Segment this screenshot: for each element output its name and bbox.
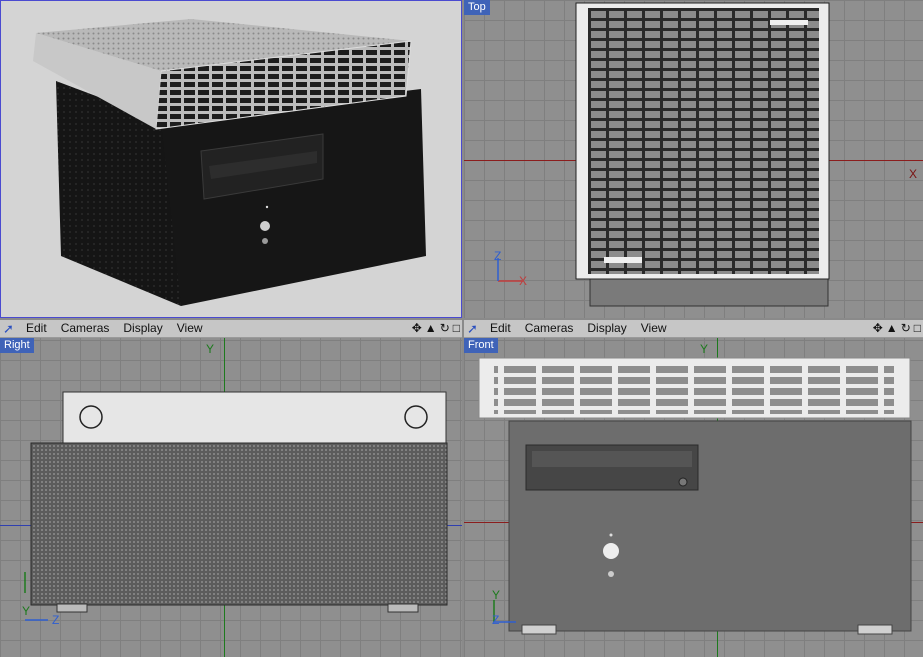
lid-vent-top <box>588 8 819 274</box>
menu-display[interactable]: Display <box>116 320 169 337</box>
menu-cameras[interactable]: Cameras <box>54 320 117 337</box>
move-view-icon[interactable]: ✥ <box>412 320 422 337</box>
maximize-view-icon[interactable]: □ <box>914 320 921 337</box>
perspective-viewport[interactable] <box>0 0 462 318</box>
viewport-label-front: Front <box>464 338 498 353</box>
viewport-menubar-right: ➚ Edit Cameras Display View ✥ ▲ ↻ □ <box>0 320 462 338</box>
front-render <box>478 357 912 635</box>
zoom-view-icon[interactable]: ▲ <box>425 320 437 337</box>
move-view-icon[interactable]: ✥ <box>873 320 883 337</box>
rotate-view-icon[interactable]: ↻ <box>901 320 911 337</box>
power-button <box>260 221 270 231</box>
viewport-label-right: Right <box>0 338 34 353</box>
pointer-icon[interactable]: ➚ <box>3 320 19 337</box>
front-viewport[interactable]: Y ➚ Edit Cameras Display View ✥ ▲ ↻ □ Fr… <box>464 320 923 657</box>
menu-edit[interactable]: Edit <box>483 320 518 337</box>
top-render <box>575 2 830 307</box>
lid-side <box>62 391 447 445</box>
pointer-icon[interactable]: ➚ <box>467 320 483 337</box>
top-viewport[interactable]: X Top X Z <box>464 0 923 318</box>
maximize-view-icon[interactable]: □ <box>453 320 460 337</box>
viewport-label-top: Top <box>464 0 490 15</box>
cinema4d-viewports: X Top X Z Y ➚ Edit Cameras Display View … <box>0 0 923 657</box>
rotate-view-icon[interactable]: ↻ <box>440 320 450 337</box>
menu-edit[interactable]: Edit <box>19 320 54 337</box>
lid-vent-front <box>494 362 894 414</box>
right-render <box>24 391 448 621</box>
viewport-menubar-front: ➚ Edit Cameras Display View ✥ ▲ ↻ □ <box>464 320 923 338</box>
perspective-render <box>33 19 426 306</box>
menu-view[interactable]: View <box>634 320 674 337</box>
power-button-front <box>603 543 619 559</box>
menu-cameras[interactable]: Cameras <box>518 320 581 337</box>
case-side-mesh <box>30 442 448 606</box>
menu-display[interactable]: Display <box>580 320 633 337</box>
right-viewport[interactable]: Y ➚ Edit Cameras Display View ✥ ▲ ↻ □ Ri… <box>0 320 462 657</box>
menu-view[interactable]: View <box>170 320 210 337</box>
zoom-view-icon[interactable]: ▲ <box>886 320 898 337</box>
